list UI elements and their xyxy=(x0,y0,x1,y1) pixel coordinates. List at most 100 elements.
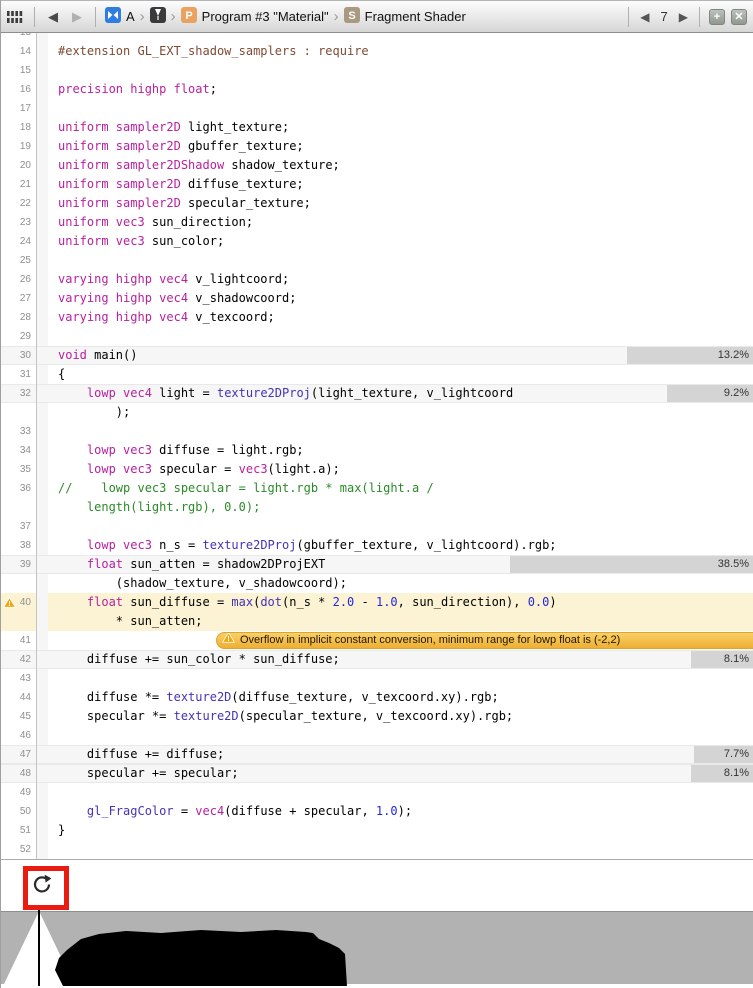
line-number-gutter[interactable]: 24 xyxy=(1,232,37,251)
code-token: float xyxy=(87,595,123,609)
code-token: #extension GL_EXT_shadow_samplers : requ… xyxy=(58,44,369,58)
line-number-gutter[interactable]: 15 xyxy=(1,61,37,80)
prev-item-icon[interactable]: ◀ xyxy=(638,10,651,24)
code-row: 35 lowp vec3 specular = vec3(light.a); xyxy=(1,460,753,479)
line-number-gutter[interactable]: 23 xyxy=(1,213,37,232)
code-token: sun_atten = shadow2DProjEXT xyxy=(123,557,325,571)
line-number-gutter[interactable]: 19 xyxy=(1,137,37,156)
line-number: 32 xyxy=(20,388,31,399)
fold-ribbon xyxy=(37,99,48,118)
line-number-gutter[interactable]: 39 xyxy=(1,555,37,574)
line-number-gutter[interactable] xyxy=(1,574,37,593)
line-number-gutter[interactable]: 50 xyxy=(1,802,37,821)
forward-arrow-icon[interactable]: ▶ xyxy=(68,10,86,23)
code-line: uniform sampler2DShadow shadow_texture; xyxy=(48,156,753,175)
line-number-gutter[interactable]: 47 xyxy=(1,745,37,764)
line-number-gutter[interactable] xyxy=(1,403,37,422)
line-number: 50 xyxy=(20,806,31,817)
breadcrumb-item[interactable]: SFragment Shader xyxy=(344,7,466,26)
line-number-gutter[interactable]: 25 xyxy=(1,251,37,270)
line-number-gutter[interactable]: 28 xyxy=(1,308,37,327)
line-number-gutter[interactable]: 41 xyxy=(1,631,37,650)
code-token: gbuffer_texture; xyxy=(181,139,304,153)
breadcrumb-item[interactable] xyxy=(150,7,166,26)
code-row: 20 uniform sampler2DShadow shadow_texture… xyxy=(1,156,753,175)
warning-banner[interactable]: !Overflow in implicit constant conversio… xyxy=(216,632,753,649)
code-line: !Overflow in implicit constant conversio… xyxy=(48,631,753,650)
line-number-gutter[interactable]: 43 xyxy=(1,669,37,688)
line-number-gutter[interactable]: 34 xyxy=(1,441,37,460)
code-token xyxy=(58,443,87,457)
code-row: 16precision highp float; xyxy=(1,80,753,99)
line-number-gutter[interactable]: 27 xyxy=(1,289,37,308)
toolbar-divider xyxy=(628,7,629,27)
next-item-icon[interactable]: ▶ xyxy=(677,10,690,24)
code-token: gl_FragColor xyxy=(87,804,174,818)
code-token: precision highp float xyxy=(58,82,210,96)
code-line: diffuse *= texture2D(diffuse_texture, v_… xyxy=(48,688,753,707)
code-row: 41 !Overflow in implicit constant convers… xyxy=(1,631,753,650)
code-token: ); xyxy=(398,804,412,818)
code-line: } xyxy=(48,821,753,840)
line-number-gutter[interactable]: 18 xyxy=(1,118,37,137)
line-number-gutter[interactable]: 26 xyxy=(1,270,37,289)
line-number: 38 xyxy=(20,540,31,551)
line-number-gutter[interactable]: 31 xyxy=(1,365,37,384)
back-arrow-icon[interactable]: ◀ xyxy=(44,10,62,23)
line-number-gutter[interactable]: 20 xyxy=(1,156,37,175)
line-number: 22 xyxy=(20,198,31,209)
line-number-gutter[interactable]: 17 xyxy=(1,99,37,118)
line-number-gutter[interactable]: 42 xyxy=(1,650,37,669)
line-number-gutter[interactable]: 21 xyxy=(1,175,37,194)
line-number-gutter[interactable]: 37 xyxy=(1,517,37,536)
code-token: texture2DProj xyxy=(217,386,311,400)
editor-list-icon[interactable] xyxy=(7,10,25,24)
code-token: specular += specular; xyxy=(58,766,239,780)
line-number: 36 xyxy=(20,483,31,494)
code-token: light_texture; xyxy=(181,120,289,134)
code-editor[interactable]: 1314 #extension GL_EXT_shadow_samplers : … xyxy=(1,33,753,859)
code-token: v_shadowcoord; xyxy=(188,291,296,305)
code-line: lowp vec4 light = texture2DProj(light_te… xyxy=(48,384,753,403)
close-button-icon[interactable]: ✕ xyxy=(731,9,747,25)
breadcrumb-item[interactable]: A xyxy=(105,7,135,26)
line-number: 41 xyxy=(20,635,31,646)
code-token: (specular_texture, v_texcoord.xy).rgb; xyxy=(239,709,514,723)
line-number-gutter[interactable]: 38 xyxy=(1,536,37,555)
fold-ribbon xyxy=(37,840,48,859)
line-number-gutter[interactable]: 52 xyxy=(1,840,37,859)
line-number-gutter[interactable]: !40 xyxy=(1,593,37,612)
line-number: 17 xyxy=(20,103,31,114)
line-number-gutter[interactable]: 29 xyxy=(1,327,37,346)
line-number: 40 xyxy=(20,597,31,608)
line-number-gutter[interactable]: 22 xyxy=(1,194,37,213)
line-number-gutter[interactable]: 30 xyxy=(1,346,37,365)
line-number-gutter[interactable]: 49 xyxy=(1,783,37,802)
code-token: 1.0 xyxy=(376,595,398,609)
line-number-gutter[interactable]: 36 xyxy=(1,479,37,498)
line-number-gutter[interactable]: 45 xyxy=(1,707,37,726)
line-number-gutter[interactable] xyxy=(1,498,37,517)
add-button-icon[interactable]: + xyxy=(709,9,725,25)
line-number-gutter[interactable]: 46 xyxy=(1,726,37,745)
line-number-gutter[interactable]: 51 xyxy=(1,821,37,840)
line-number-gutter[interactable]: 48 xyxy=(1,764,37,783)
line-number: 34 xyxy=(20,445,31,456)
line-number-gutter[interactable]: 35 xyxy=(1,460,37,479)
line-number-gutter[interactable]: 13 xyxy=(1,33,37,42)
code-token: 2.0 xyxy=(333,595,355,609)
code-line xyxy=(48,669,753,688)
line-number-gutter[interactable] xyxy=(1,612,37,631)
line-number-gutter[interactable]: 14 xyxy=(1,42,37,61)
line-number-gutter[interactable]: 44 xyxy=(1,688,37,707)
code-token: (diffuse_texture, v_texcoord.xy).rgb; xyxy=(231,690,498,704)
breadcrumb-label: A xyxy=(126,9,135,24)
jump-bar: ◀ ▶ A››PProgram #3 "Material"›SFragment … xyxy=(1,0,753,33)
code-token xyxy=(58,462,87,476)
line-number-gutter[interactable]: 16 xyxy=(1,80,37,99)
code-token: uniform sampler2D xyxy=(58,196,181,210)
breadcrumb-item[interactable]: PProgram #3 "Material" xyxy=(181,7,329,26)
line-number-gutter[interactable]: 33 xyxy=(1,422,37,441)
line-number-gutter[interactable]: 32 xyxy=(1,384,37,403)
fold-ribbon xyxy=(37,574,48,593)
